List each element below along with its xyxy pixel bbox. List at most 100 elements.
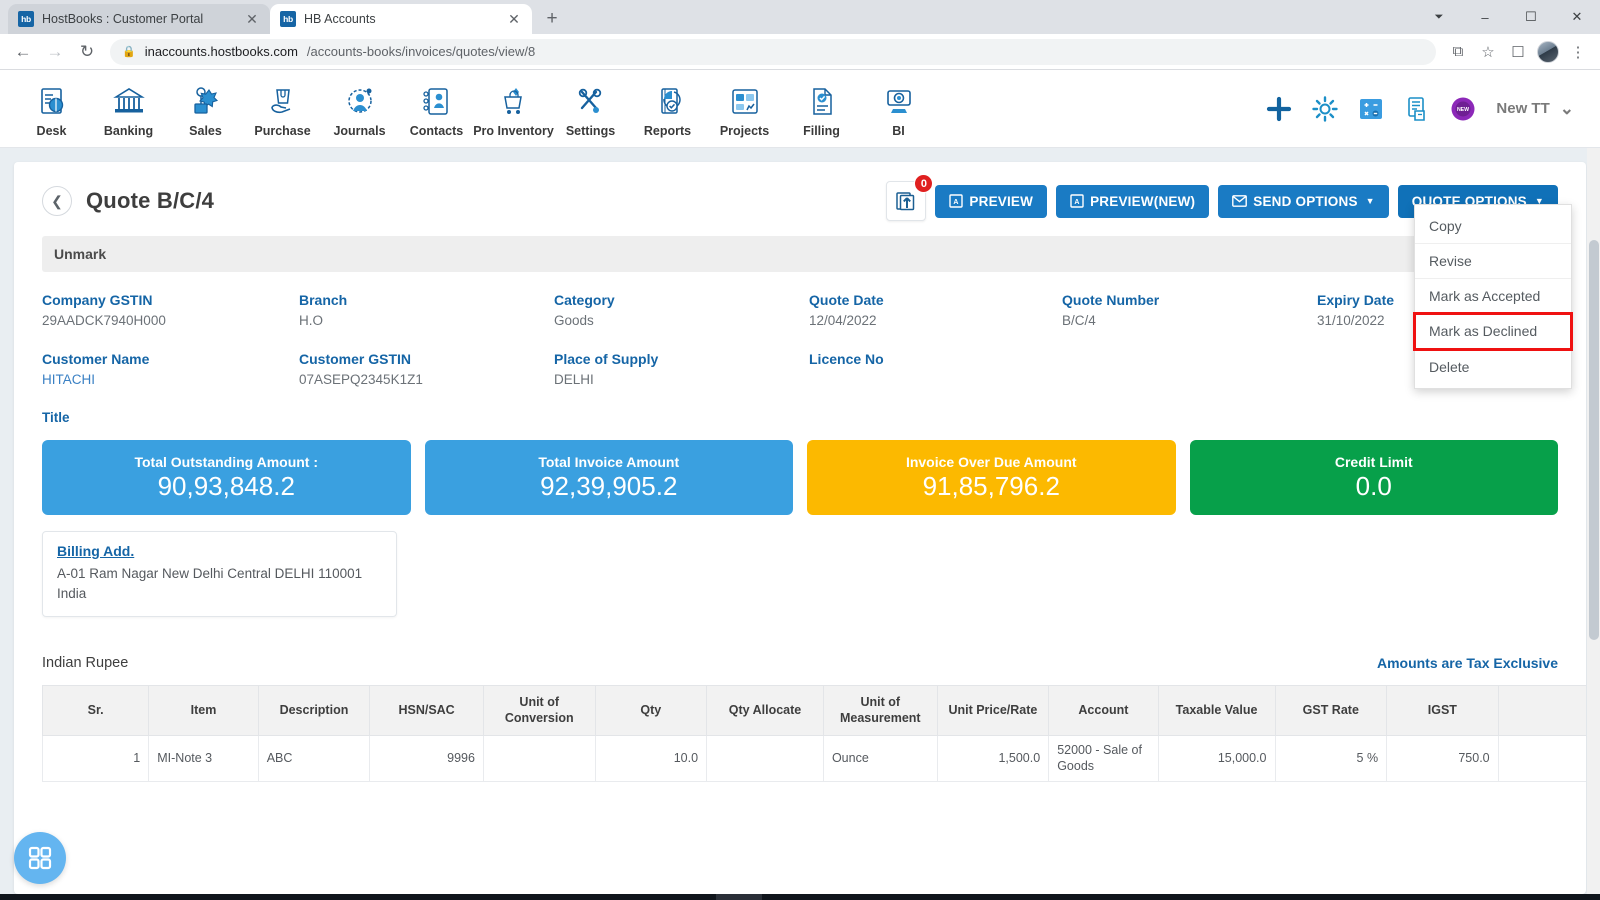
kpi-cards: Total Outstanding Amount : 90,93,848.2 T…: [42, 440, 1558, 515]
paint-icon[interactable]: [762, 894, 808, 900]
preview-button[interactable]: A PREVIEW: [935, 184, 1048, 218]
nav-item-filling[interactable]: Filling: [784, 79, 859, 138]
nav-item-banking[interactable]: Banking: [91, 79, 166, 138]
menu-item-mark-as-declined[interactable]: Mark as Declined: [1413, 312, 1573, 351]
browser-tab-1[interactable]: hb HostBooks : Customer Portal ✕: [8, 4, 270, 34]
col-qty-allocate[interactable]: Qty Allocate: [706, 685, 824, 737]
field-label: Quote Date: [809, 292, 884, 308]
nav-item-desk[interactable]: Desk: [14, 79, 89, 138]
field-value: H.O: [299, 313, 324, 328]
file-explorer-icon[interactable]: [532, 894, 578, 900]
menu-item-delete[interactable]: Delete: [1415, 349, 1571, 384]
envelope-icon: [1232, 195, 1248, 207]
nav-item-journals[interactable]: Journals: [322, 79, 397, 138]
svg-text:NEW: NEW: [1457, 107, 1469, 113]
chrome-icon[interactable]: [716, 894, 762, 900]
send-options-button[interactable]: SEND OPTIONS ▼: [1218, 184, 1389, 218]
col-taxable-value[interactable]: Taxable Value: [1157, 685, 1276, 737]
field-value: DELHI: [554, 372, 594, 387]
upload-attachment-button[interactable]: 0: [886, 174, 934, 221]
back-icon[interactable]: ←: [8, 37, 38, 67]
close-icon[interactable]: ✕: [506, 11, 522, 27]
lock-icon: 🔒: [122, 46, 136, 58]
send-options-label: SEND OPTIONS: [1253, 193, 1358, 209]
preview-new-button[interactable]: A PREVIEW(NEW): [1056, 184, 1210, 218]
field-label: Place of Supply: [554, 351, 659, 367]
bookmark-star-icon[interactable]: ☆: [1474, 38, 1502, 66]
col-qty[interactable]: Qty: [594, 685, 708, 737]
billing-address-title[interactable]: Billing Add.: [57, 543, 382, 559]
nav-item-purchase[interactable]: Purchase: [245, 79, 320, 138]
table-row: 1 MI-Note 3 ABC 9996 10.0 Ounce 1,500.0 …: [41, 735, 1586, 783]
scrollbar-thumb[interactable]: [1589, 240, 1599, 640]
grid-icon[interactable]: [14, 832, 66, 884]
new-badge-icon[interactable]: NEW: [1450, 96, 1476, 122]
menu-item-mark-as-accepted[interactable]: Mark as Accepted: [1415, 279, 1571, 314]
nav-label: Contacts: [409, 124, 464, 138]
teams-icon[interactable]: T1: [670, 894, 716, 900]
col-unit-price-rate[interactable]: Unit Price/Rate: [936, 685, 1050, 737]
nav-item-bi[interactable]: BI: [861, 79, 936, 138]
window-close-icon[interactable]: ✕: [1554, 0, 1600, 34]
chrome-menu-icon[interactable]: ⋮: [1564, 38, 1592, 66]
close-icon[interactable]: ✕: [244, 11, 260, 27]
gear-icon[interactable]: [1312, 95, 1339, 122]
calculator-icon[interactable]: [1358, 96, 1384, 122]
cell-item[interactable]: MI-Note 3: [148, 735, 259, 783]
fields-row-2: Customer Name HITACHI Customer GSTIN 07A…: [42, 351, 1558, 387]
chevron-down-icon: ⌄: [1559, 98, 1574, 118]
nav-item-pro-inventory[interactable]: Pro Inventory: [473, 79, 554, 138]
notes-icon[interactable]: [1404, 96, 1430, 122]
pdf-icon: A: [1070, 194, 1084, 208]
share-icon[interactable]: ⧉: [1444, 38, 1472, 66]
address-bar[interactable]: 🔒 inaccounts.hostbooks.com/accounts-book…: [110, 38, 1436, 65]
url-host: inaccounts.hostbooks.com: [144, 44, 298, 59]
col-hsn-sac[interactable]: HSN/SAC: [369, 685, 484, 737]
user-menu[interactable]: New TT ⌄: [1496, 99, 1574, 119]
col-sr[interactable]: Sr.: [41, 685, 150, 737]
edge-icon[interactable]: [486, 894, 532, 900]
nav-item-reports[interactable]: Reports: [630, 79, 705, 138]
col-igst[interactable]: IGST: [1386, 685, 1499, 737]
nav-item-contacts[interactable]: Contacts: [399, 79, 474, 138]
word-icon[interactable]: W: [808, 894, 854, 900]
new-tab-button[interactable]: +: [538, 5, 566, 33]
col-gst-rate[interactable]: GST Rate: [1274, 685, 1388, 737]
field-branch: Branch H.O: [299, 292, 554, 328]
browser-tab-2[interactable]: hb HB Accounts ✕: [270, 4, 532, 34]
menu-item-copy[interactable]: Copy: [1415, 209, 1571, 244]
maximize-icon[interactable]: ☐: [1508, 0, 1554, 34]
store-icon[interactable]: [578, 894, 624, 900]
kpi-total-invoice: Total Invoice Amount 92,39,905.2: [424, 440, 793, 515]
plus-icon[interactable]: [1266, 96, 1292, 122]
nav-label: Sales: [189, 124, 222, 138]
col-unit-of-measurement[interactable]: Unit of Measurement: [822, 685, 938, 737]
field-value[interactable]: HITACHI: [42, 372, 299, 387]
cortana-icon[interactable]: [394, 894, 440, 900]
field-label: Company GSTIN: [42, 292, 153, 308]
col-description[interactable]: Description: [257, 685, 371, 737]
nav-item-sales[interactable]: Sales: [168, 79, 243, 138]
nav-item-settings[interactable]: Settings: [553, 79, 628, 138]
task-view-icon[interactable]: [440, 894, 486, 900]
start-button-icon[interactable]: [0, 894, 48, 900]
minimize-icon[interactable]: –: [1462, 0, 1508, 34]
col-item[interactable]: Item: [148, 685, 259, 737]
col-unit-of-conversion[interactable]: Unit of Conversion: [482, 685, 596, 737]
sidepanel-icon[interactable]: ☐: [1504, 38, 1532, 66]
reload-icon[interactable]: ↻: [72, 37, 102, 67]
col-cess[interactable]: Cess(fla: [1497, 685, 1586, 737]
field-customer-gstin: Customer GSTIN 07ASEPQ2345K1Z1: [299, 351, 554, 387]
nav-item-projects[interactable]: Projects: [707, 79, 782, 138]
nav-label: Pro Inventory: [473, 124, 554, 138]
page-scrollbar[interactable]: [1587, 148, 1600, 894]
cell-unit-of-measurement: Ounce: [822, 735, 938, 783]
forward-icon[interactable]: →: [40, 37, 70, 67]
tab-search-chevron-icon[interactable]: ⏷: [1416, 0, 1462, 34]
menu-item-revise[interactable]: Revise: [1415, 244, 1571, 279]
mail-icon[interactable]: [624, 894, 670, 900]
col-account[interactable]: Account: [1048, 685, 1159, 737]
avatar[interactable]: [1534, 38, 1562, 66]
chevron-left-icon[interactable]: ❮: [42, 186, 72, 216]
quote-card-inner: ❮ Quote B/C/4 0 A PREVIEW A PREVIEW(NEW): [14, 162, 1586, 783]
